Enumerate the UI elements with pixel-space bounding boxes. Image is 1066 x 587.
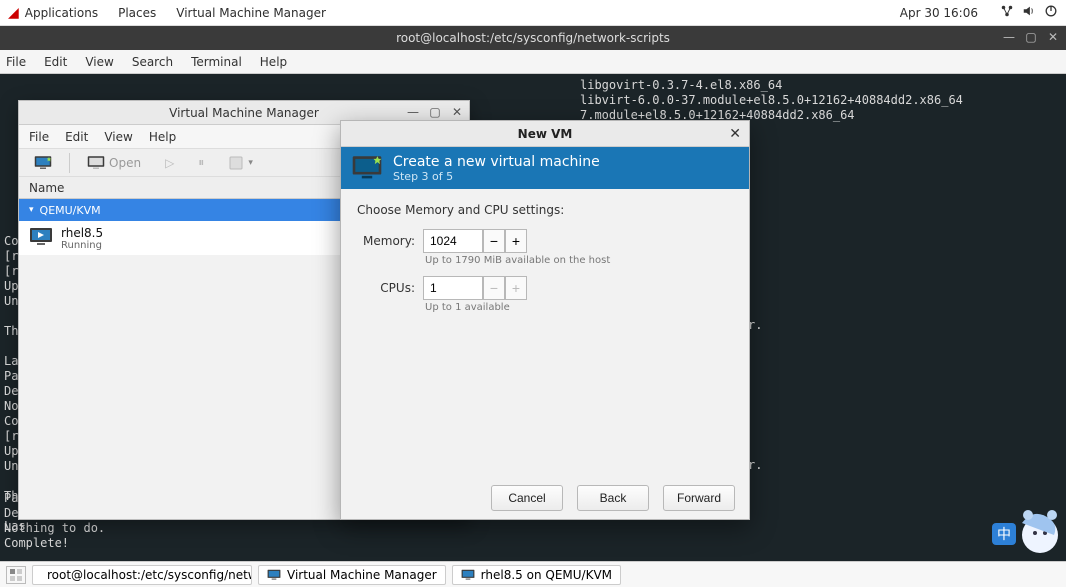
memory-spinner: − + <box>423 229 527 253</box>
terminal-menu: File Edit View Search Terminal Help <box>0 50 1066 74</box>
volume-icon[interactable] <box>1022 4 1036 22</box>
new-vm-body: Choose Memory and CPU settings: Memory: … <box>341 189 749 337</box>
network-icon[interactable] <box>1000 4 1014 22</box>
memory-decrement-button[interactable]: − <box>483 229 505 253</box>
vm-wizard-icon <box>351 155 383 181</box>
vmm-close-icon[interactable]: ✕ <box>451 105 463 119</box>
mascot-widget[interactable]: 中 <box>992 501 1062 561</box>
cpus-decrement-button: − <box>483 276 505 300</box>
terminal-titlebar[interactable]: root@localhost:/etc/sysconfig/network-sc… <box>0 26 1066 50</box>
new-vm-banner: Create a new virtual machine Step 3 of 5 <box>341 147 749 189</box>
settings-heading: Choose Memory and CPU settings: <box>357 203 733 217</box>
chevron-down-icon: ▾ <box>248 158 253 168</box>
shutdown-vm-button[interactable]: ▾ <box>221 152 260 174</box>
task-vmm-label: Virtual Machine Manager <box>287 568 437 582</box>
terminal-title: root@localhost:/etc/sysconfig/network-sc… <box>396 31 670 45</box>
vm-state: Running <box>61 240 103 251</box>
task-vm-console[interactable]: rhel8.5 on QEMU/KVM <box>452 565 621 585</box>
memory-increment-button[interactable]: + <box>505 229 527 253</box>
new-vm-dialog: New VM ✕ Create a new virtual machine St… <box>340 120 750 520</box>
vmm-connection-name: QEMU/KVM <box>40 204 101 217</box>
back-button[interactable]: Back <box>577 485 649 511</box>
vmm-menu-view[interactable]: View <box>104 130 132 144</box>
power-icon[interactable] <box>1044 4 1058 22</box>
cpus-increment-button: + <box>505 276 527 300</box>
top-panel: ◢ Applications Places Virtual Machine Ma… <box>0 0 1066 26</box>
new-vm-footer: Cancel Back Forward <box>341 477 749 519</box>
vmm-menu-help[interactable]: Help <box>149 130 176 144</box>
memory-hint: Up to 1790 MiB available on the host <box>425 255 733 266</box>
vmm-maximize-icon[interactable]: ▢ <box>429 105 441 119</box>
cpus-input[interactable] <box>423 276 483 300</box>
cpus-spinner: − + <box>423 276 527 300</box>
open-vm-button[interactable]: Open <box>80 152 148 174</box>
run-vm-button[interactable]: ▷ <box>158 153 181 173</box>
new-vm-button[interactable] <box>27 152 59 174</box>
memory-label: Memory: <box>357 234 415 248</box>
cpus-label: CPUs: <box>357 281 415 295</box>
workspace-switcher[interactable] <box>6 566 26 584</box>
ime-badge: 中 <box>997 527 1011 543</box>
terminal-menu-terminal[interactable]: Terminal <box>191 55 242 69</box>
redhat-logo-icon: ◢ <box>8 5 19 21</box>
new-vm-titlebar[interactable]: New VM ✕ <box>341 121 749 147</box>
menu-applications[interactable]: Applications <box>25 6 98 20</box>
bottom-panel: $_ root@localhost:/etc/sysconfig/netw… V… <box>0 561 1066 587</box>
window-maximize-icon[interactable]: ▢ <box>1024 30 1038 44</box>
memory-input[interactable] <box>423 229 483 253</box>
clock-label[interactable]: Apr 30 16:06 <box>900 6 978 20</box>
vm-name: rhel8.5 <box>61 226 103 240</box>
new-vm-title: New VM <box>518 127 573 141</box>
vmm-title: Virtual Machine Manager <box>169 106 319 120</box>
banner-step: Step 3 of 5 <box>393 170 600 183</box>
task-terminal-label: root@localhost:/etc/sysconfig/netw… <box>47 568 252 582</box>
cancel-button[interactable]: Cancel <box>491 485 563 511</box>
vmm-menu-file[interactable]: File <box>29 130 49 144</box>
window-minimize-icon[interactable]: — <box>1002 30 1016 44</box>
terminal-text-frag-1: r. <box>748 318 762 333</box>
vm-monitor-icon <box>29 227 53 250</box>
pause-vm-button[interactable]: ⏸ <box>191 152 211 173</box>
cpus-hint: Up to 1 available <box>425 302 733 313</box>
terminal-menu-edit[interactable]: Edit <box>44 55 67 69</box>
open-vm-label: Open <box>109 156 141 170</box>
terminal-menu-view[interactable]: View <box>85 55 113 69</box>
active-app-title[interactable]: Virtual Machine Manager <box>176 6 326 20</box>
terminal-menu-help[interactable]: Help <box>260 55 287 69</box>
vmm-minimize-icon[interactable]: — <box>407 105 419 119</box>
caret-down-icon: ▾ <box>29 205 34 215</box>
task-vm-label: rhel8.5 on QEMU/KVM <box>481 568 612 582</box>
menu-places[interactable]: Places <box>118 6 156 20</box>
vmm-menu-edit[interactable]: Edit <box>65 130 88 144</box>
close-icon[interactable]: ✕ <box>729 126 741 142</box>
banner-title: Create a new virtual machine <box>393 154 600 170</box>
forward-button[interactable]: Forward <box>663 485 735 511</box>
task-terminal[interactable]: $_ root@localhost:/etc/sysconfig/netw… <box>32 565 252 585</box>
vmm-column-name: Name <box>29 181 64 195</box>
task-vmm[interactable]: Virtual Machine Manager <box>258 565 446 585</box>
terminal-menu-file[interactable]: File <box>6 55 26 69</box>
terminal-menu-search[interactable]: Search <box>132 55 173 69</box>
window-close-icon[interactable]: ✕ <box>1046 30 1060 44</box>
terminal-text-frag-2: r. <box>748 458 762 473</box>
